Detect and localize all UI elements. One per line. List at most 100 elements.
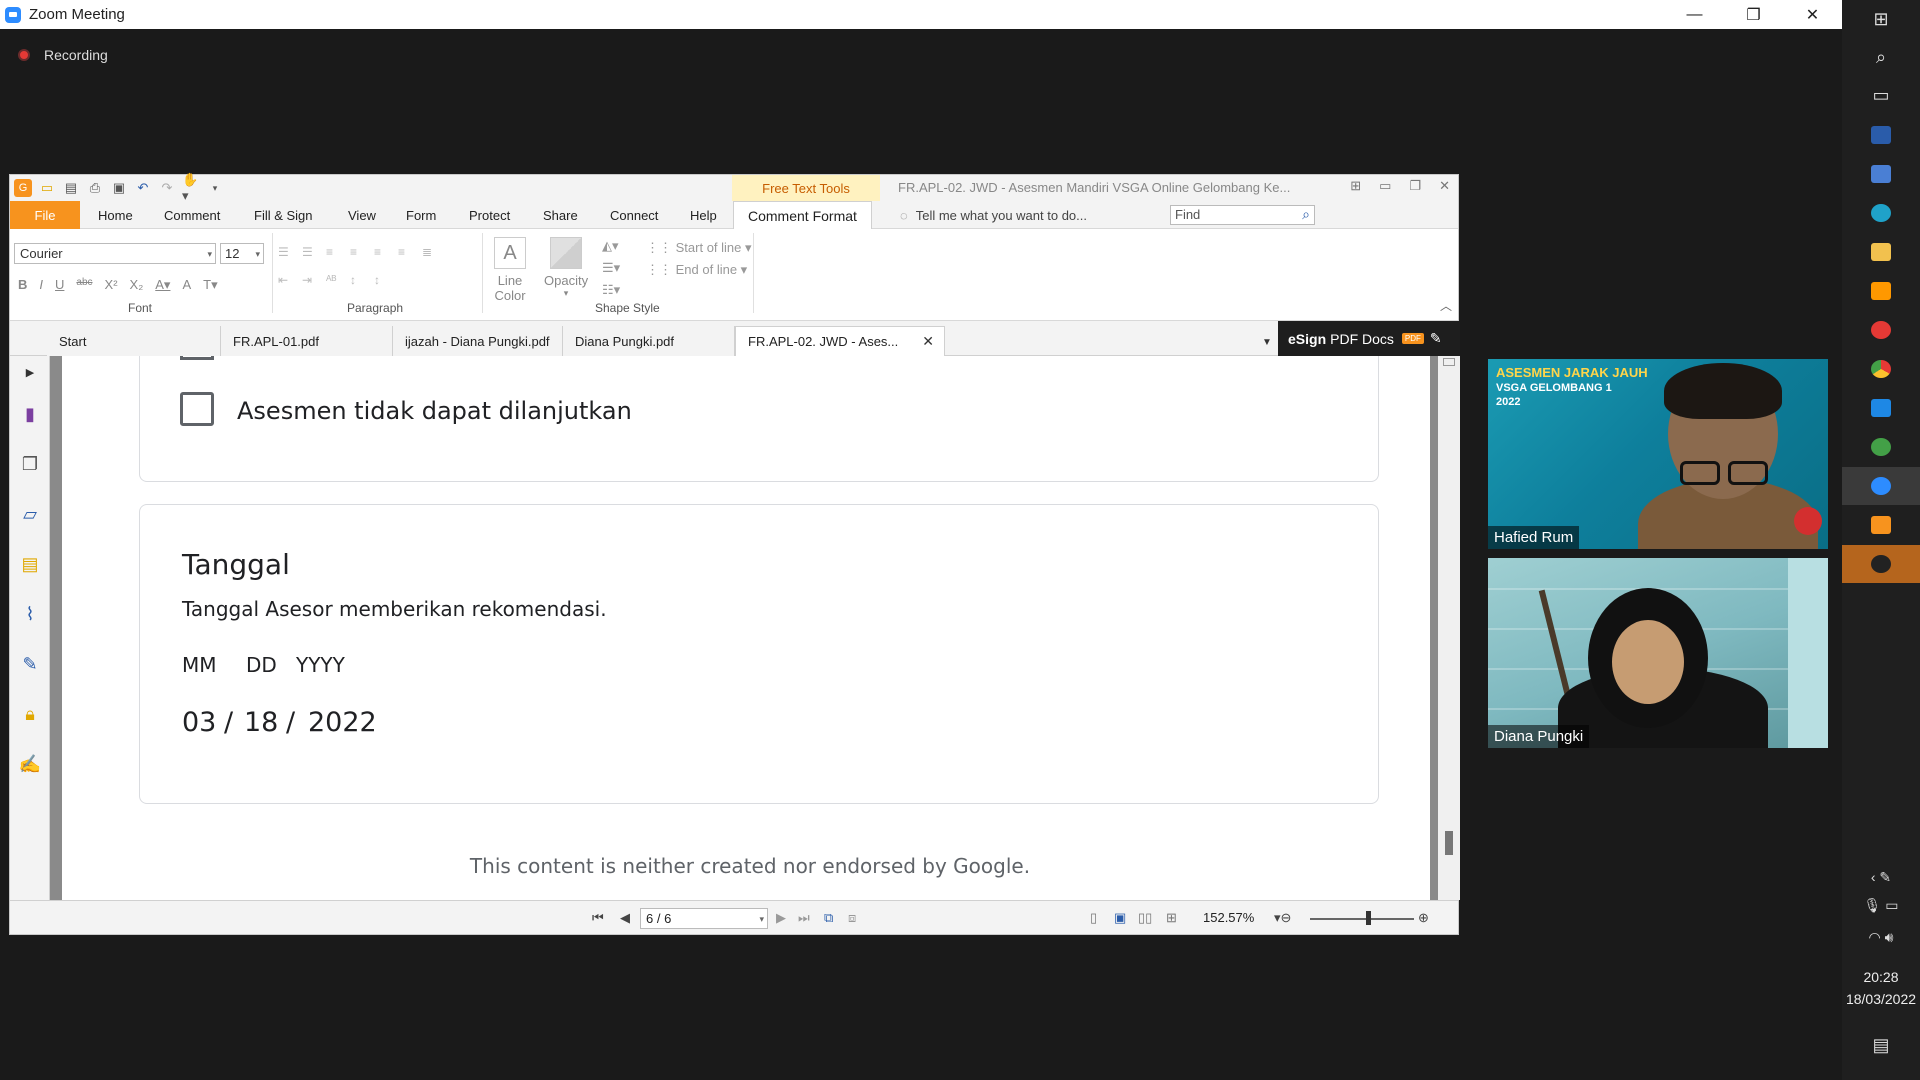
zoom-level[interactable]: 152.57% [1203, 910, 1254, 925]
menu-home[interactable]: Home [98, 201, 133, 229]
vertical-scrollbar[interactable] [1438, 356, 1460, 900]
zoom-slider-thumb[interactable] [1366, 911, 1371, 925]
recording-indicator[interactable]: Recording [18, 47, 108, 63]
month-value[interactable]: 03 [182, 707, 224, 738]
opacity-button[interactable]: Opacity ▾ [544, 237, 588, 299]
zoom-taskbar-icon[interactable] [1842, 467, 1920, 505]
chrome-browser-icon[interactable] [1842, 350, 1920, 388]
free-text-tools-tab[interactable]: Free Text Tools [732, 175, 880, 201]
strikethrough-icon[interactable]: abc [76, 277, 92, 293]
font-size-down-icon[interactable]: A [182, 277, 191, 293]
signature-validation-icon[interactable]: ✍ [18, 752, 42, 776]
continuous-view-icon[interactable]: ▣ [1114, 910, 1126, 926]
para-spacing-icon[interactable]: ↕ [350, 273, 374, 287]
file-explorer-icon[interactable] [1842, 233, 1920, 271]
scrollbar-thumb[interactable] [1445, 831, 1453, 855]
app-icon-1[interactable] [1842, 116, 1920, 154]
undo-icon[interactable]: ↶ [134, 179, 152, 197]
font-name-select[interactable]: Courier ▾ [14, 243, 216, 264]
windows-start-icon[interactable]: ⊞ [1842, 0, 1920, 38]
line-spacing-icon[interactable]: ≣ [422, 245, 446, 259]
rotate-icon[interactable]: ⧈ [848, 910, 856, 926]
layers-icon[interactable]: ▱ [18, 502, 42, 526]
continuous-facing-icon[interactable]: ⊞ [1166, 910, 1177, 926]
next-page-icon[interactable]: ▶ [776, 910, 786, 926]
day-value[interactable]: 18 [244, 707, 286, 738]
app-close-button[interactable]: ✕ [1439, 178, 1450, 194]
font-color-icon[interactable]: A▾ [155, 277, 170, 293]
edge-browser-icon[interactable] [1842, 194, 1920, 232]
checkbox[interactable] [180, 392, 214, 426]
participant-video-diana[interactable]: Diana Pungki [1488, 558, 1828, 748]
wifi-volume-icon[interactable]: ◠ 🔊︎ [1842, 918, 1920, 956]
tab-ijazah[interactable]: ijazah - Diana Pungki.pdf [393, 326, 563, 356]
expand-panel-icon[interactable]: ▶ [18, 360, 42, 384]
checkbox-partial[interactable] [180, 356, 214, 360]
indent-increase-icon[interactable]: ⇥ [302, 273, 326, 287]
comments-icon[interactable]: ▤ [18, 552, 42, 576]
redo-icon[interactable]: ↷ [158, 179, 176, 197]
close-button[interactable]: ✕ [1783, 0, 1842, 29]
line-width-icon[interactable]: ☰▾ [602, 257, 620, 279]
tell-me-search[interactable]: ◌ Tell me what you want to do... [900, 201, 1087, 229]
collapse-ribbon-icon[interactable]: ︿ [1440, 297, 1452, 314]
sublime-text-icon[interactable] [1842, 272, 1920, 310]
minimize-button[interactable]: — [1665, 0, 1724, 29]
participant-video-hafied[interactable]: ASESMEN JARAK JAUH VSGA GELOMBANG 1 2022… [1488, 359, 1828, 549]
taskbar-time[interactable]: 20:28 [1842, 969, 1920, 985]
last-page-icon[interactable]: ⏭ [798, 910, 810, 926]
layout-grid-icon[interactable]: ⊞ [1350, 178, 1361, 194]
fit-page-icon[interactable]: ⧉ [824, 910, 833, 926]
menu-help[interactable]: Help [690, 201, 717, 229]
menu-share[interactable]: Share [543, 201, 578, 229]
char-spacing-icon[interactable]: ᴬᴮ [326, 273, 350, 287]
first-page-icon[interactable]: ⏮ [592, 910, 604, 926]
search-icon[interactable]: ⌕ [1842, 38, 1920, 76]
start-of-line-option[interactable]: ⋮⋮ Start of line ▾ [646, 237, 752, 259]
para-spacing-2-icon[interactable]: ↕ [374, 273, 398, 287]
lock-icon[interactable]: 🔒︎ [18, 702, 42, 726]
indent-decrease-icon[interactable]: ⇤ [278, 273, 302, 287]
task-view-icon[interactable]: ▭ [1842, 76, 1920, 114]
document-view[interactable]: Asesmen tidak dapat dilanjutkan Tanggal … [62, 356, 1438, 900]
app-restore-button[interactable]: ❐ [1409, 178, 1421, 194]
superscript-icon[interactable]: X² [105, 277, 118, 293]
menu-connect[interactable]: Connect [610, 201, 658, 229]
zoom-slider-track[interactable] [1310, 918, 1414, 920]
bullet-list-icon[interactable]: ☰ [278, 245, 302, 259]
print-icon[interactable]: ⎙ [86, 179, 104, 197]
whatsapp-icon[interactable] [1842, 428, 1920, 466]
zoom-dropdown-icon[interactable]: ▾⊖ [1274, 910, 1291, 926]
date-value[interactable]: 03 / 18 / 2022 [182, 707, 377, 738]
bold-icon[interactable]: B [18, 277, 27, 293]
tab-fr-apl-01[interactable]: FR.APL-01.pdf [221, 326, 393, 356]
obs-taskbar-icon[interactable] [1842, 545, 1920, 583]
clear-format-icon[interactable]: T▾ [203, 277, 217, 293]
single-page-view-icon[interactable]: ▯ [1090, 910, 1097, 926]
menu-view[interactable]: View [348, 201, 376, 229]
align-right-icon[interactable]: ≡ [374, 245, 398, 259]
menu-form[interactable]: Form [406, 201, 436, 229]
align-left-icon[interactable]: ≡ [326, 245, 350, 259]
italic-icon[interactable]: I [39, 277, 43, 293]
taskbar-date[interactable]: 18/03/2022 [1842, 991, 1920, 1007]
tab-start[interactable]: Start [47, 326, 221, 356]
split-view-icon[interactable] [1443, 358, 1455, 366]
line-style-icon[interactable]: ☷▾ [602, 279, 620, 301]
pages-icon[interactable]: ❐ [18, 452, 42, 476]
find-input[interactable]: Find [1170, 205, 1315, 225]
restore-button[interactable]: ❐ [1724, 0, 1783, 29]
subscript-icon[interactable]: X₂ [130, 277, 144, 293]
opera-browser-icon[interactable] [1842, 311, 1920, 349]
tab-diana-pungki[interactable]: Diana Pungki.pdf [563, 326, 735, 356]
app-minimize-button[interactable]: ▭ [1379, 178, 1391, 194]
vscode-icon[interactable] [1842, 389, 1920, 427]
menu-file[interactable]: File [10, 201, 80, 229]
notifications-icon[interactable]: ▤ [1842, 1026, 1920, 1064]
scan-icon[interactable]: ▣ [110, 179, 128, 197]
app-icon-2[interactable] [1842, 155, 1920, 193]
zoom-in-icon[interactable]: ⊕ [1418, 910, 1429, 926]
tab-fr-apl-02[interactable]: FR.APL-02. JWD - Ases... ✕ [735, 326, 945, 356]
end-of-line-option[interactable]: ⋮⋮ End of line ▾ [646, 259, 752, 281]
menu-fill-sign[interactable]: Fill & Sign [254, 201, 313, 229]
